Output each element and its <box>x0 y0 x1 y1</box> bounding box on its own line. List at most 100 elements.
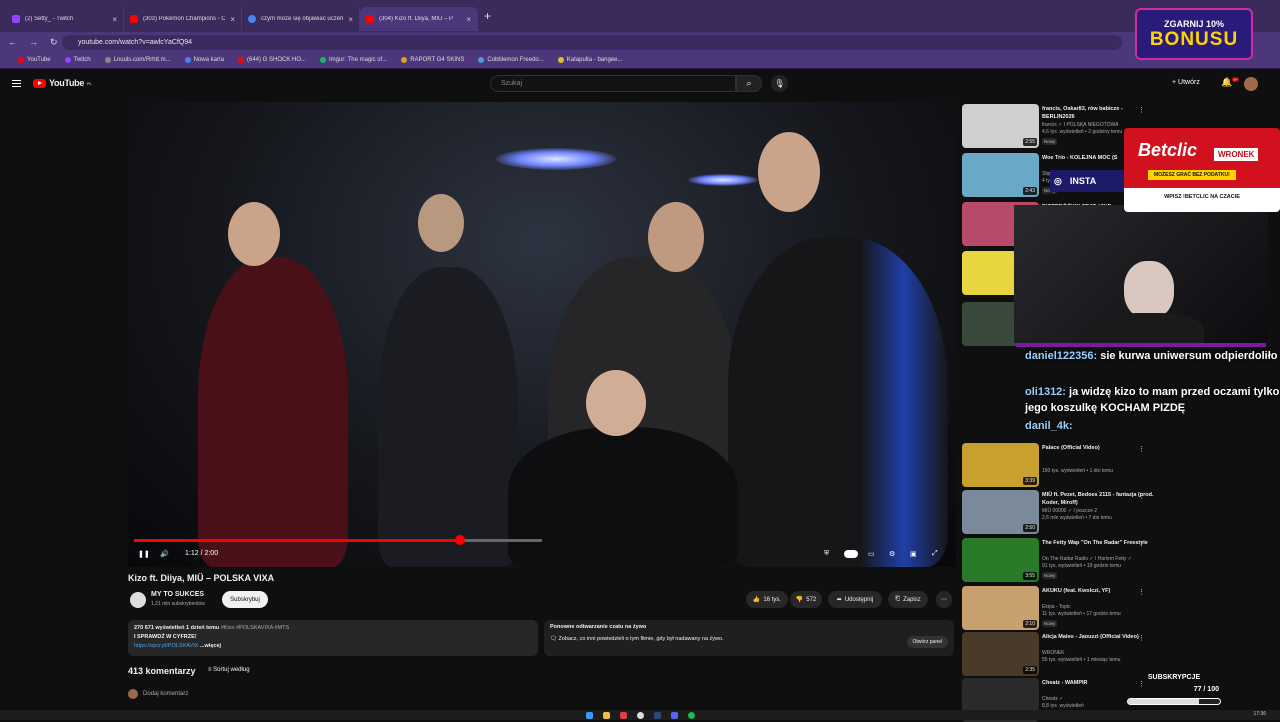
avatar[interactable] <box>1244 77 1258 91</box>
video-thumbnail[interactable]: 3:55 <box>962 538 1039 582</box>
reload-icon[interactable]: ↻ <box>50 37 58 48</box>
open-panel-button[interactable]: Otwórz panel <box>906 636 948 648</box>
forward-icon[interactable]: → <box>29 37 38 47</box>
discord-icon[interactable] <box>670 711 678 719</box>
bookmark-twitch[interactable]: Twitch <box>64 57 91 63</box>
pause-icon[interactable]: ❚❚ <box>138 550 150 558</box>
tab-title: (2) Setty_ - Twitch <box>25 16 74 22</box>
volume-icon[interactable]: 🔊 <box>160 550 169 558</box>
menu-icon[interactable] <box>12 80 21 87</box>
save-button[interactable]: ⎗ Zapisz <box>888 591 928 608</box>
search-input[interactable]: Szukaj <box>490 75 736 92</box>
sort-by-button[interactable]: ≡ Sortuj według <box>208 667 250 673</box>
recommended-channel[interactable]: Ekipa - Topic <box>1042 604 1071 611</box>
more-options-icon[interactable]: ⋮ <box>1138 492 1145 500</box>
app-icon[interactable] <box>619 711 627 719</box>
steam-icon[interactable] <box>653 711 661 719</box>
browser-tab-3[interactable]: czym może się objawiać uczeń × <box>242 7 360 31</box>
video-thumbnail[interactable]: 2:43 <box>962 153 1039 197</box>
bookmark-youtube[interactable]: YouTube <box>18 57 51 63</box>
description-box[interactable]: 270 671 wyświetleń 1 dzień temu #Kizo #P… <box>128 620 538 656</box>
video-thumbnail[interactable]: 2:55 <box>962 104 1039 148</box>
streamer-webcam <box>1014 205 1268 343</box>
close-icon[interactable]: × <box>348 15 353 24</box>
autoplay-toggle[interactable] <box>844 550 858 558</box>
like-button[interactable]: 👍 16 tys. <box>746 591 788 608</box>
new-badge: Nowy <box>1042 138 1058 145</box>
video-player[interactable]: ❚❚ 🔊 1:12 / 2:00 ⛨ ▭ ⚙ ▣ ⤢ <box>128 102 956 567</box>
video-thumbnail[interactable]: 2:10 <box>962 586 1039 630</box>
close-icon[interactable]: × <box>230 15 235 24</box>
logo-text: YouTube <box>49 78 85 88</box>
youtube-logo[interactable]: YouTube PL <box>33 78 92 88</box>
more-options-icon[interactable]: ⋮ <box>1138 445 1145 453</box>
windows-start-icon[interactable] <box>585 711 593 719</box>
recommended-video[interactable]: 2:50 MIÜ ft. Pezet, Bedoes 2115 - fantazj… <box>962 490 1162 534</box>
ad-brand: Betclic <box>1138 140 1198 160</box>
new-tab-icon[interactable]: + <box>484 9 491 23</box>
recommended-channel[interactable]: Cheatz ✓ <box>1042 696 1063 703</box>
browser-tab-4[interactable]: (304) Kizo ft. Diiya, MIÜ – P × <box>360 7 478 31</box>
recommended-channel[interactable]: WRONEK <box>1042 650 1065 657</box>
add-comment-field[interactable]: Dodaj komentarz <box>128 689 188 699</box>
back-icon[interactable]: ← <box>8 37 17 47</box>
fullscreen-icon[interactable]: ⤢ <box>932 550 938 558</box>
chrome-icon[interactable] <box>636 711 644 719</box>
ceiling-light <box>496 148 616 170</box>
recommended-channel[interactable]: francis ✓ I POLSKA NIEGOTOWA <box>1042 122 1118 129</box>
show-more-link[interactable]: ...więcej <box>200 643 221 649</box>
bookmark-gshock[interactable]: (644) G SHOCK HO... <box>237 57 306 63</box>
microphone-icon[interactable]: 🎙 <box>771 75 788 92</box>
instagram-icon: ◎ <box>1054 175 1062 186</box>
recommended-channel[interactable]: On The Radar Radio ✓ I Harlem Fetty ✓ <box>1042 556 1132 563</box>
share-button[interactable]: ➦ Udostępnij <box>828 591 882 608</box>
bookmark-imgur[interactable]: Imgur: The magic of... <box>320 57 387 63</box>
spotify-icon[interactable] <box>687 711 695 719</box>
description-link[interactable]: https://spcr.pl/POLSKAVIX <box>134 643 198 649</box>
recommended-stats: 160 tys. wyświetleń • 1 dni temu <box>1042 468 1113 474</box>
hashtags[interactable]: #Kizo #POLSKAVIXA #MTS <box>219 625 289 631</box>
search-icon[interactable]: ⌕ <box>736 75 762 92</box>
create-button[interactable]: + Utwórz <box>1172 79 1200 86</box>
more-options-icon[interactable]: ⋮ <box>1138 540 1145 548</box>
video-thumbnail[interactable]: 2:50 <box>962 490 1039 534</box>
subtitles-icon[interactable]: ▭ <box>868 550 875 558</box>
chat-divider <box>1016 343 1266 347</box>
dislike-button[interactable]: 👎 572 <box>790 591 822 608</box>
file-explorer-icon[interactable] <box>602 711 610 719</box>
close-icon[interactable]: × <box>466 15 471 24</box>
url-field[interactable]: youtube.com/watch?v=awlcYaCfQ94 <box>62 35 1122 50</box>
bookmark-cobblemon[interactable]: Cobblemon Freedo... <box>478 57 544 63</box>
channel-name[interactable]: MY TO SUKCES <box>151 591 204 598</box>
recommended-video[interactable]: 3:39 Palace (Official Video) 160 tys. wyśw… <box>962 443 1162 487</box>
subscribe-button[interactable]: Subskrybuj <box>222 591 268 608</box>
more-options-icon[interactable]: ⋮ <box>1138 588 1145 596</box>
browser-tab-2[interactable]: (303) Pokémon Champions - O × <box>124 7 242 31</box>
youtube-favicon-icon <box>366 15 374 23</box>
channel-avatar[interactable] <box>130 592 146 608</box>
more-options-icon[interactable]: ⋮ <box>1138 106 1145 114</box>
thumbs-up-icon: 👍 <box>752 597 761 603</box>
recommended-channel[interactable]: MIÜ 00000 ✓ I jeszcze 2 <box>1042 508 1097 515</box>
notifications-bell-icon[interactable]: 🔔9+ <box>1221 77 1239 88</box>
progress-bar[interactable] <box>134 535 542 545</box>
bookmark-new-tab[interactable]: Nowa karta <box>184 57 224 63</box>
close-icon[interactable]: × <box>112 15 117 24</box>
streamer-body <box>1094 313 1204 343</box>
more-actions-icon[interactable]: ⋯ <box>936 591 952 608</box>
recommended-video[interactable]: 2:10 AKUKU (feat. Kwolczi, YF) Ekipa - Top… <box>962 586 1162 630</box>
browser-tab-1[interactable]: (2) Setty_ - Twitch × <box>6 7 124 31</box>
settings-gear-icon[interactable]: ⚙ <box>889 550 895 558</box>
person-head <box>758 132 820 212</box>
bookmark-katapulta[interactable]: Katapulta - bangee... <box>557 57 622 63</box>
bookmark-raport[interactable]: RAPORT G4 SKINS <box>401 57 464 63</box>
sponsor-shield-icon[interactable]: ⛨ <box>824 550 829 558</box>
video-thumbnail[interactable]: 3:39 <box>962 443 1039 487</box>
miniplayer-icon[interactable]: ▣ <box>910 550 917 558</box>
video-thumbnail[interactable]: 2:35 <box>962 632 1039 676</box>
recommended-video[interactable]: 3:55 The Fetty Wap "On The Radar" Freesty… <box>962 538 1162 582</box>
duration-badge: 3:55 <box>1023 572 1037 580</box>
bookmark-lnuuls[interactable]: Lnuuls.com/Rrhtt.m... <box>104 57 171 63</box>
recommended-stats: 91 tys. wyświetleń • 19 godzin temu <box>1042 563 1122 569</box>
more-options-icon[interactable]: ⋮ <box>1138 634 1145 642</box>
